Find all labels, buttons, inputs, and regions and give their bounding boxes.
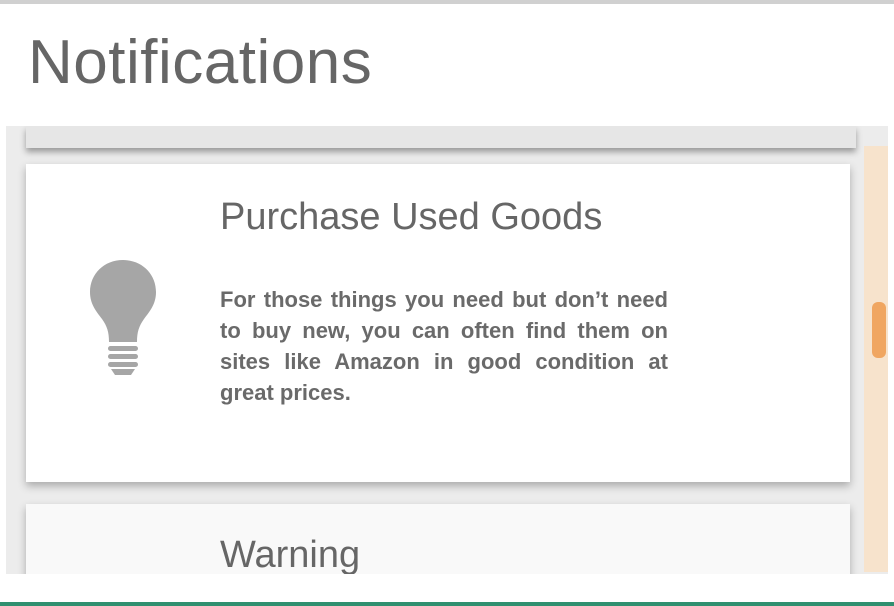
lightbulb-icon [88,258,158,378]
notification-card[interactable]: Warning [26,504,850,574]
scrollbar-track[interactable] [864,146,888,572]
top-divider [0,0,894,4]
notification-title: Warning [220,534,361,574]
notification-card[interactable]: Purchase Used Goods For those things you… [26,164,850,482]
bottom-accent-bar [0,602,894,606]
notification-body: For those things you need but don’t need… [220,287,668,405]
notification-title: Purchase Used Goods [220,196,603,238]
previous-card-edge [26,126,856,148]
page-title: Notifications [28,28,373,97]
scrollbar-thumb[interactable] [872,302,886,358]
notifications-list[interactable]: Purchase Used Goods For those things you… [6,126,888,574]
